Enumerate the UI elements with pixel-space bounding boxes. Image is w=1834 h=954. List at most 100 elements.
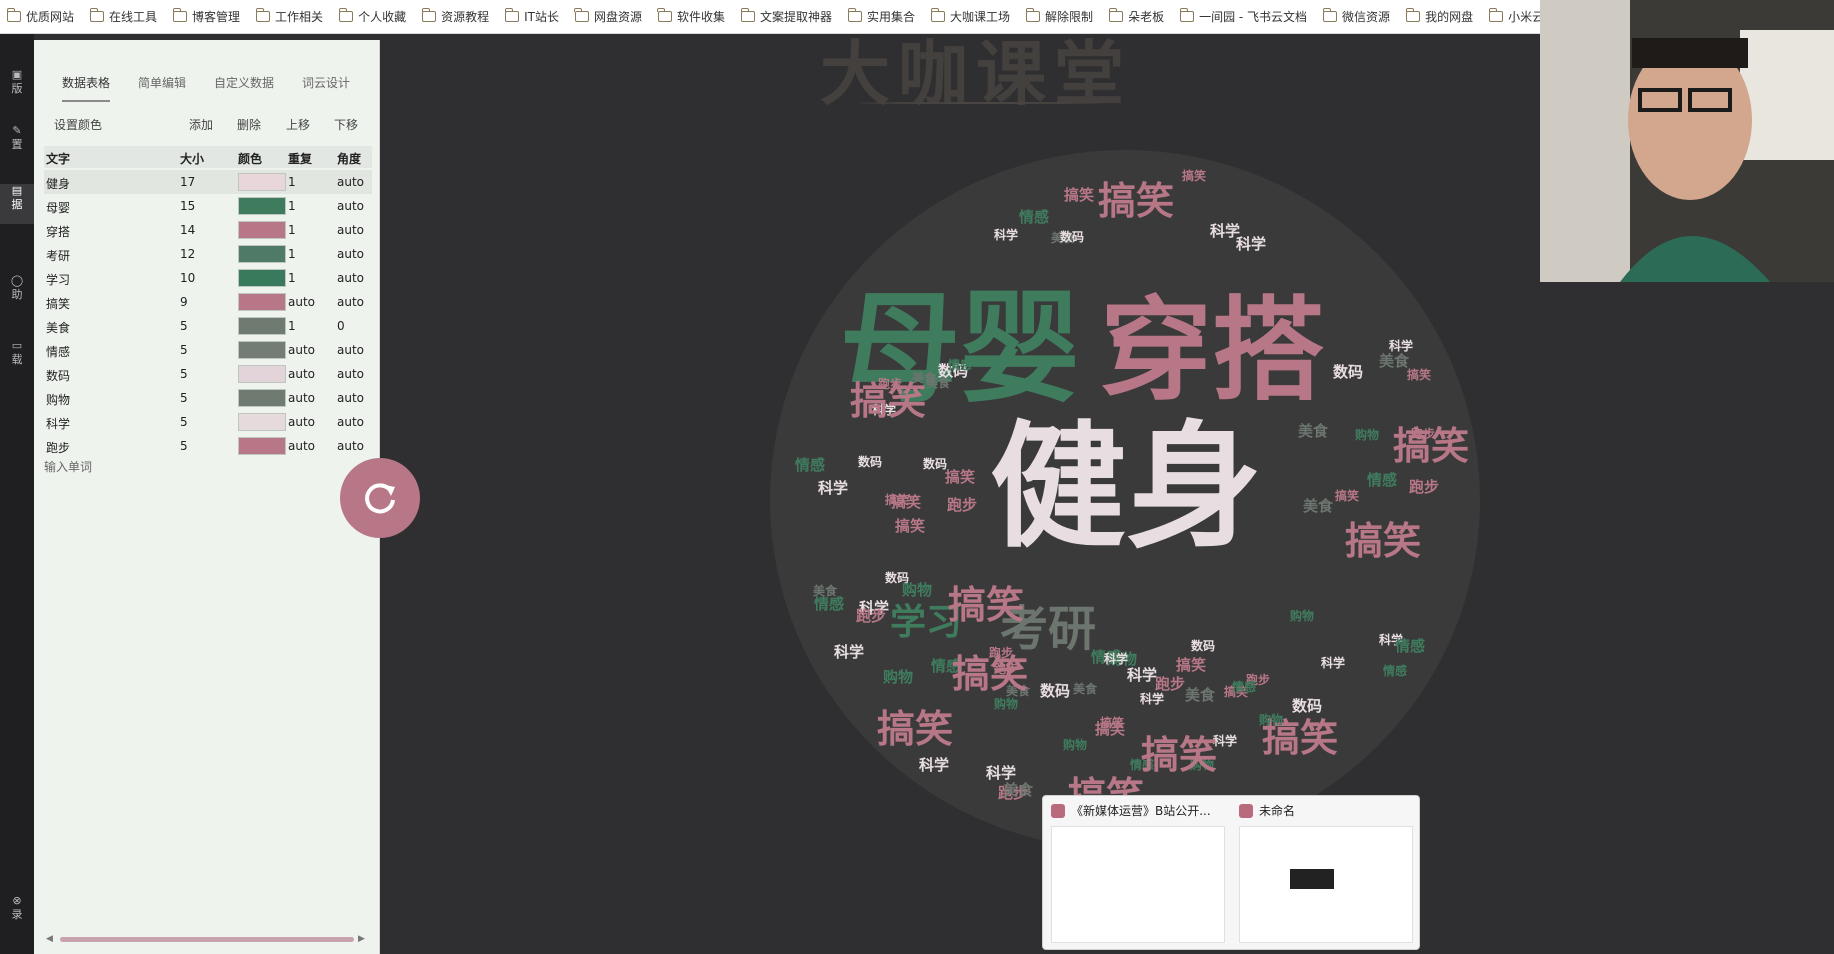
cell-angle[interactable]: auto — [337, 271, 364, 285]
bookmark-item[interactable]: 一间园 - 飞书云文档 — [1173, 0, 1316, 33]
cell-size[interactable]: 5 — [180, 343, 188, 357]
cell-angle[interactable]: auto — [337, 175, 364, 189]
cell-angle[interactable]: auto — [337, 415, 364, 429]
cell-word[interactable]: 搞笑 — [46, 295, 70, 312]
cell-word[interactable]: 学习 — [46, 271, 70, 288]
color-swatch[interactable] — [238, 365, 286, 383]
table-row[interactable]: 美食 5 1 0 — [44, 314, 372, 338]
cell-repeat[interactable]: auto — [288, 415, 315, 429]
cell-repeat[interactable]: auto — [288, 295, 315, 309]
cell-size[interactable]: 17 — [180, 175, 195, 189]
color-swatch[interactable] — [238, 293, 286, 311]
table-row[interactable]: 健身 17 1 auto — [44, 170, 372, 194]
bookmark-item[interactable]: 工作相关 — [249, 0, 332, 33]
nav-item-settings[interactable]: ✎ 置 — [0, 124, 34, 164]
cell-size[interactable]: 5 — [180, 367, 188, 381]
bookmark-item[interactable]: 微信资源 — [1316, 0, 1399, 33]
scroll-thumb[interactable] — [60, 937, 354, 942]
bookmark-item[interactable]: 个人收藏 — [332, 0, 415, 33]
color-swatch[interactable] — [238, 245, 286, 263]
cell-repeat[interactable]: 1 — [288, 319, 296, 333]
move-down-button[interactable]: 下移 — [334, 116, 358, 133]
cell-angle[interactable]: auto — [337, 391, 364, 405]
cell-size[interactable]: 9 — [180, 295, 188, 309]
set-color-button[interactable]: 设置颜色 — [54, 116, 102, 133]
bookmark-item[interactable]: 博客管理 — [166, 0, 249, 33]
tab-custom-data[interactable]: 自定义数据 — [214, 66, 274, 100]
cell-size[interactable]: 10 — [180, 271, 195, 285]
scroll-right-icon[interactable]: ▶ — [358, 934, 365, 944]
cell-angle[interactable]: auto — [337, 199, 364, 213]
nav-item-help[interactable]: ◯ 助 — [0, 274, 34, 314]
cell-word[interactable]: 考研 — [46, 247, 70, 264]
bookmark-item[interactable]: 软件收集 — [651, 0, 734, 33]
tab-data-table[interactable]: 数据表格 — [62, 66, 111, 102]
cell-word[interactable]: 美食 — [46, 319, 70, 336]
cell-angle[interactable]: auto — [337, 223, 364, 237]
table-row[interactable]: 数码 5 auto auto — [44, 362, 372, 386]
cell-angle[interactable]: 0 — [337, 319, 345, 333]
cell-word[interactable]: 健身 — [46, 175, 70, 192]
cell-repeat[interactable]: 1 — [288, 271, 296, 285]
color-swatch[interactable] — [238, 173, 286, 191]
scroll-left-icon[interactable]: ◀ — [46, 934, 53, 944]
cell-repeat[interactable]: 1 — [288, 199, 296, 213]
table-row[interactable]: 跑步 5 auto auto — [44, 434, 372, 458]
color-swatch[interactable] — [238, 317, 286, 335]
cell-size[interactable]: 5 — [180, 415, 188, 429]
color-swatch[interactable] — [238, 221, 286, 239]
tab-cloud-design[interactable]: 词云设计 — [302, 66, 350, 100]
bookmark-item[interactable]: 资源教程 — [415, 0, 498, 33]
table-row[interactable]: 学习 10 1 auto — [44, 266, 372, 290]
cell-angle[interactable]: auto — [337, 439, 364, 453]
regenerate-button[interactable] — [340, 458, 420, 538]
bookmark-item[interactable]: IT站长 — [498, 0, 568, 33]
add-button[interactable]: 添加 — [189, 116, 213, 133]
horizontal-scrollbar[interactable]: ◀ ▶ — [46, 934, 366, 944]
table-row[interactable]: 情感 5 auto auto — [44, 338, 372, 362]
cell-word[interactable]: 购物 — [46, 391, 70, 408]
delete-button[interactable]: 删除 — [237, 116, 261, 133]
cell-word[interactable]: 母婴 — [46, 199, 70, 216]
cell-size[interactable]: 5 — [180, 319, 188, 333]
cell-word[interactable]: 穿搭 — [46, 223, 70, 240]
color-swatch[interactable] — [238, 413, 286, 431]
color-swatch[interactable] — [238, 269, 286, 287]
bookmark-item[interactable]: 在线工具 — [83, 0, 166, 33]
table-row[interactable]: 搞笑 9 auto auto — [44, 290, 372, 314]
cell-size[interactable]: 5 — [180, 391, 188, 405]
nav-item-record[interactable]: ⊗ 录 — [0, 894, 34, 934]
color-swatch[interactable] — [238, 437, 286, 455]
tab-simple-edit[interactable]: 简单编辑 — [138, 66, 186, 100]
cell-repeat[interactable]: auto — [288, 391, 315, 405]
nav-item-data[interactable]: ▤ 据 — [0, 184, 34, 224]
color-swatch[interactable] — [238, 197, 286, 215]
table-row[interactable]: 科学 5 auto auto — [44, 410, 372, 434]
cell-repeat[interactable]: 1 — [288, 247, 296, 261]
preview-item-1[interactable]: 《新媒体运营》B站公开... — [1051, 802, 1211, 819]
cell-size[interactable]: 12 — [180, 247, 195, 261]
bookmark-item[interactable]: 优质网站 — [0, 0, 83, 33]
nav-item-layout[interactable]: ▣ 版 — [0, 68, 34, 108]
cell-angle[interactable]: auto — [337, 247, 364, 261]
cell-word[interactable]: 科学 — [46, 415, 70, 432]
cell-size[interactable]: 15 — [180, 199, 195, 213]
table-row[interactable]: 购物 5 auto auto — [44, 386, 372, 410]
move-up-button[interactable]: 上移 — [286, 116, 310, 133]
cell-repeat[interactable]: 1 — [288, 175, 296, 189]
cell-repeat[interactable]: auto — [288, 367, 315, 381]
color-swatch[interactable] — [238, 389, 286, 407]
new-word-input[interactable]: 输入单词 — [44, 458, 92, 475]
bookmark-item[interactable]: 我的网盘 — [1399, 0, 1482, 33]
cell-angle[interactable]: auto — [337, 343, 364, 357]
preview-thumbnail-1[interactable] — [1051, 826, 1225, 943]
cell-repeat[interactable]: auto — [288, 439, 315, 453]
cell-word[interactable]: 跑步 — [46, 439, 70, 456]
cell-word[interactable]: 情感 — [46, 343, 70, 360]
table-row[interactable]: 穿搭 14 1 auto — [44, 218, 372, 242]
cell-angle[interactable]: auto — [337, 295, 364, 309]
cell-word[interactable]: 数码 — [46, 367, 70, 384]
bookmark-item[interactable]: 网盘资源 — [568, 0, 651, 33]
cell-size[interactable]: 5 — [180, 439, 188, 453]
cell-angle[interactable]: auto — [337, 367, 364, 381]
